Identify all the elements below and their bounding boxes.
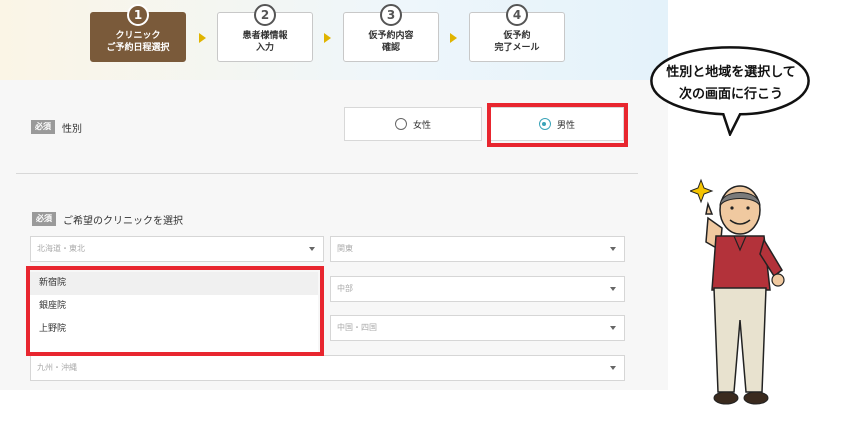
required-badge: 必須 — [32, 212, 56, 226]
chevron-right-icon — [199, 33, 206, 43]
gender-option-female[interactable]: 女性 — [344, 107, 482, 141]
caret-down-icon — [309, 247, 315, 251]
select-value: 中国・四国 — [337, 323, 377, 332]
region-select-chubu[interactable]: 中部 — [330, 276, 625, 302]
step-1: 1 クリニック ご予約日程選択 — [90, 4, 186, 62]
step-4: 4 仮予約 完了メール — [469, 4, 565, 62]
required-badge: 必須 — [31, 120, 55, 134]
step-label: 仮予約 完了メール — [494, 31, 540, 53]
select-value: 中部 — [337, 284, 353, 293]
step-number: 3 — [380, 4, 402, 26]
step-number: 1 — [127, 4, 149, 26]
step-label: 患者様情報 入力 — [242, 31, 288, 53]
guide-character-illustration — [690, 178, 785, 405]
step-3: 3 仮予約内容 確認 — [343, 4, 439, 62]
step-number: 2 — [254, 4, 276, 26]
option-label: 女性 — [412, 120, 431, 131]
chevron-right-icon — [324, 33, 331, 43]
region-select-chugoku-shikoku[interactable]: 中国・四国 — [330, 315, 625, 341]
progress-stepper: 1 クリニック ご予約日程選択 2 患者様情報 入力 3 仮予約内容 確認 4 … — [0, 0, 668, 80]
caret-down-icon — [610, 247, 616, 251]
step-label: 仮予約内容 確認 — [368, 31, 414, 53]
highlight-box-gender — [487, 103, 628, 147]
divider — [16, 173, 638, 174]
caret-down-icon — [610, 366, 616, 370]
clinic-label: ご希望のクリニックを選択 — [63, 216, 183, 227]
chevron-right-icon — [450, 33, 457, 43]
step-label: クリニック ご予約日程選択 — [106, 31, 170, 53]
bubble-text: 性別と地域を選択して 次の画面に行こう — [666, 65, 796, 102]
select-value: 関東 — [337, 244, 353, 253]
step-2: 2 患者様情報 入力 — [217, 4, 313, 62]
highlight-box-clinic — [26, 266, 324, 356]
step-number: 4 — [506, 4, 528, 26]
select-value: 九州・沖縄 — [37, 363, 77, 372]
region-select-kyushu-okinawa[interactable]: 九州・沖縄 — [30, 355, 625, 381]
caret-down-icon — [610, 326, 616, 330]
region-select-hokkaido-tohoku[interactable]: 北海道・東北 — [30, 236, 324, 262]
gender-label: 性別 — [62, 124, 82, 135]
caret-down-icon — [610, 287, 616, 291]
select-value: 北海道・東北 — [37, 244, 85, 253]
region-select-kanto[interactable]: 関東 — [330, 236, 625, 262]
radio-icon — [394, 118, 407, 130]
